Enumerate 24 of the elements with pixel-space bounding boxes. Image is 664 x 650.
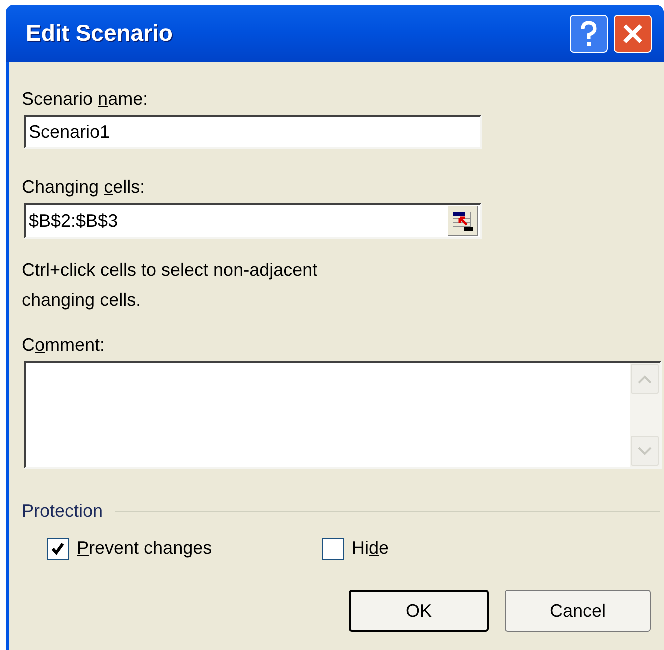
close-button[interactable] [614, 14, 652, 52]
cancel-button[interactable]: Cancel [505, 590, 651, 632]
field-label: Changing cells: [22, 176, 146, 199]
checkbox-label[interactable]: Hide [352, 535, 390, 562]
close-icon [622, 22, 644, 44]
scenario-name-field[interactable]: Scenario1 [24, 115, 482, 149]
check-icon [51, 542, 65, 556]
checkbox-label[interactable]: Prevent changes [77, 535, 212, 562]
chevron-up-icon [638, 374, 652, 384]
help-icon [580, 20, 598, 46]
hint-text: Ctrl+click cells to select non-adjacent changing cells. [22, 259, 319, 312]
collapse-dialog-button[interactable] [448, 206, 478, 236]
group-label: Protection [22, 500, 104, 523]
field-label: Scenario name: [22, 88, 150, 111]
checkbox[interactable] [322, 538, 344, 560]
field-label: Comment: [22, 334, 106, 357]
checkbox[interactable] [47, 538, 69, 560]
comment-field[interactable] [24, 361, 662, 469]
help-button[interactable] [570, 14, 608, 52]
range-select-icon [450, 210, 474, 232]
chevron-down-icon [638, 446, 652, 456]
changing-cells-field[interactable]: $B$2:$B$3 [24, 203, 482, 239]
window-title: Edit Scenario [26, 19, 173, 48]
ok-button[interactable]: OK [349, 590, 489, 632]
